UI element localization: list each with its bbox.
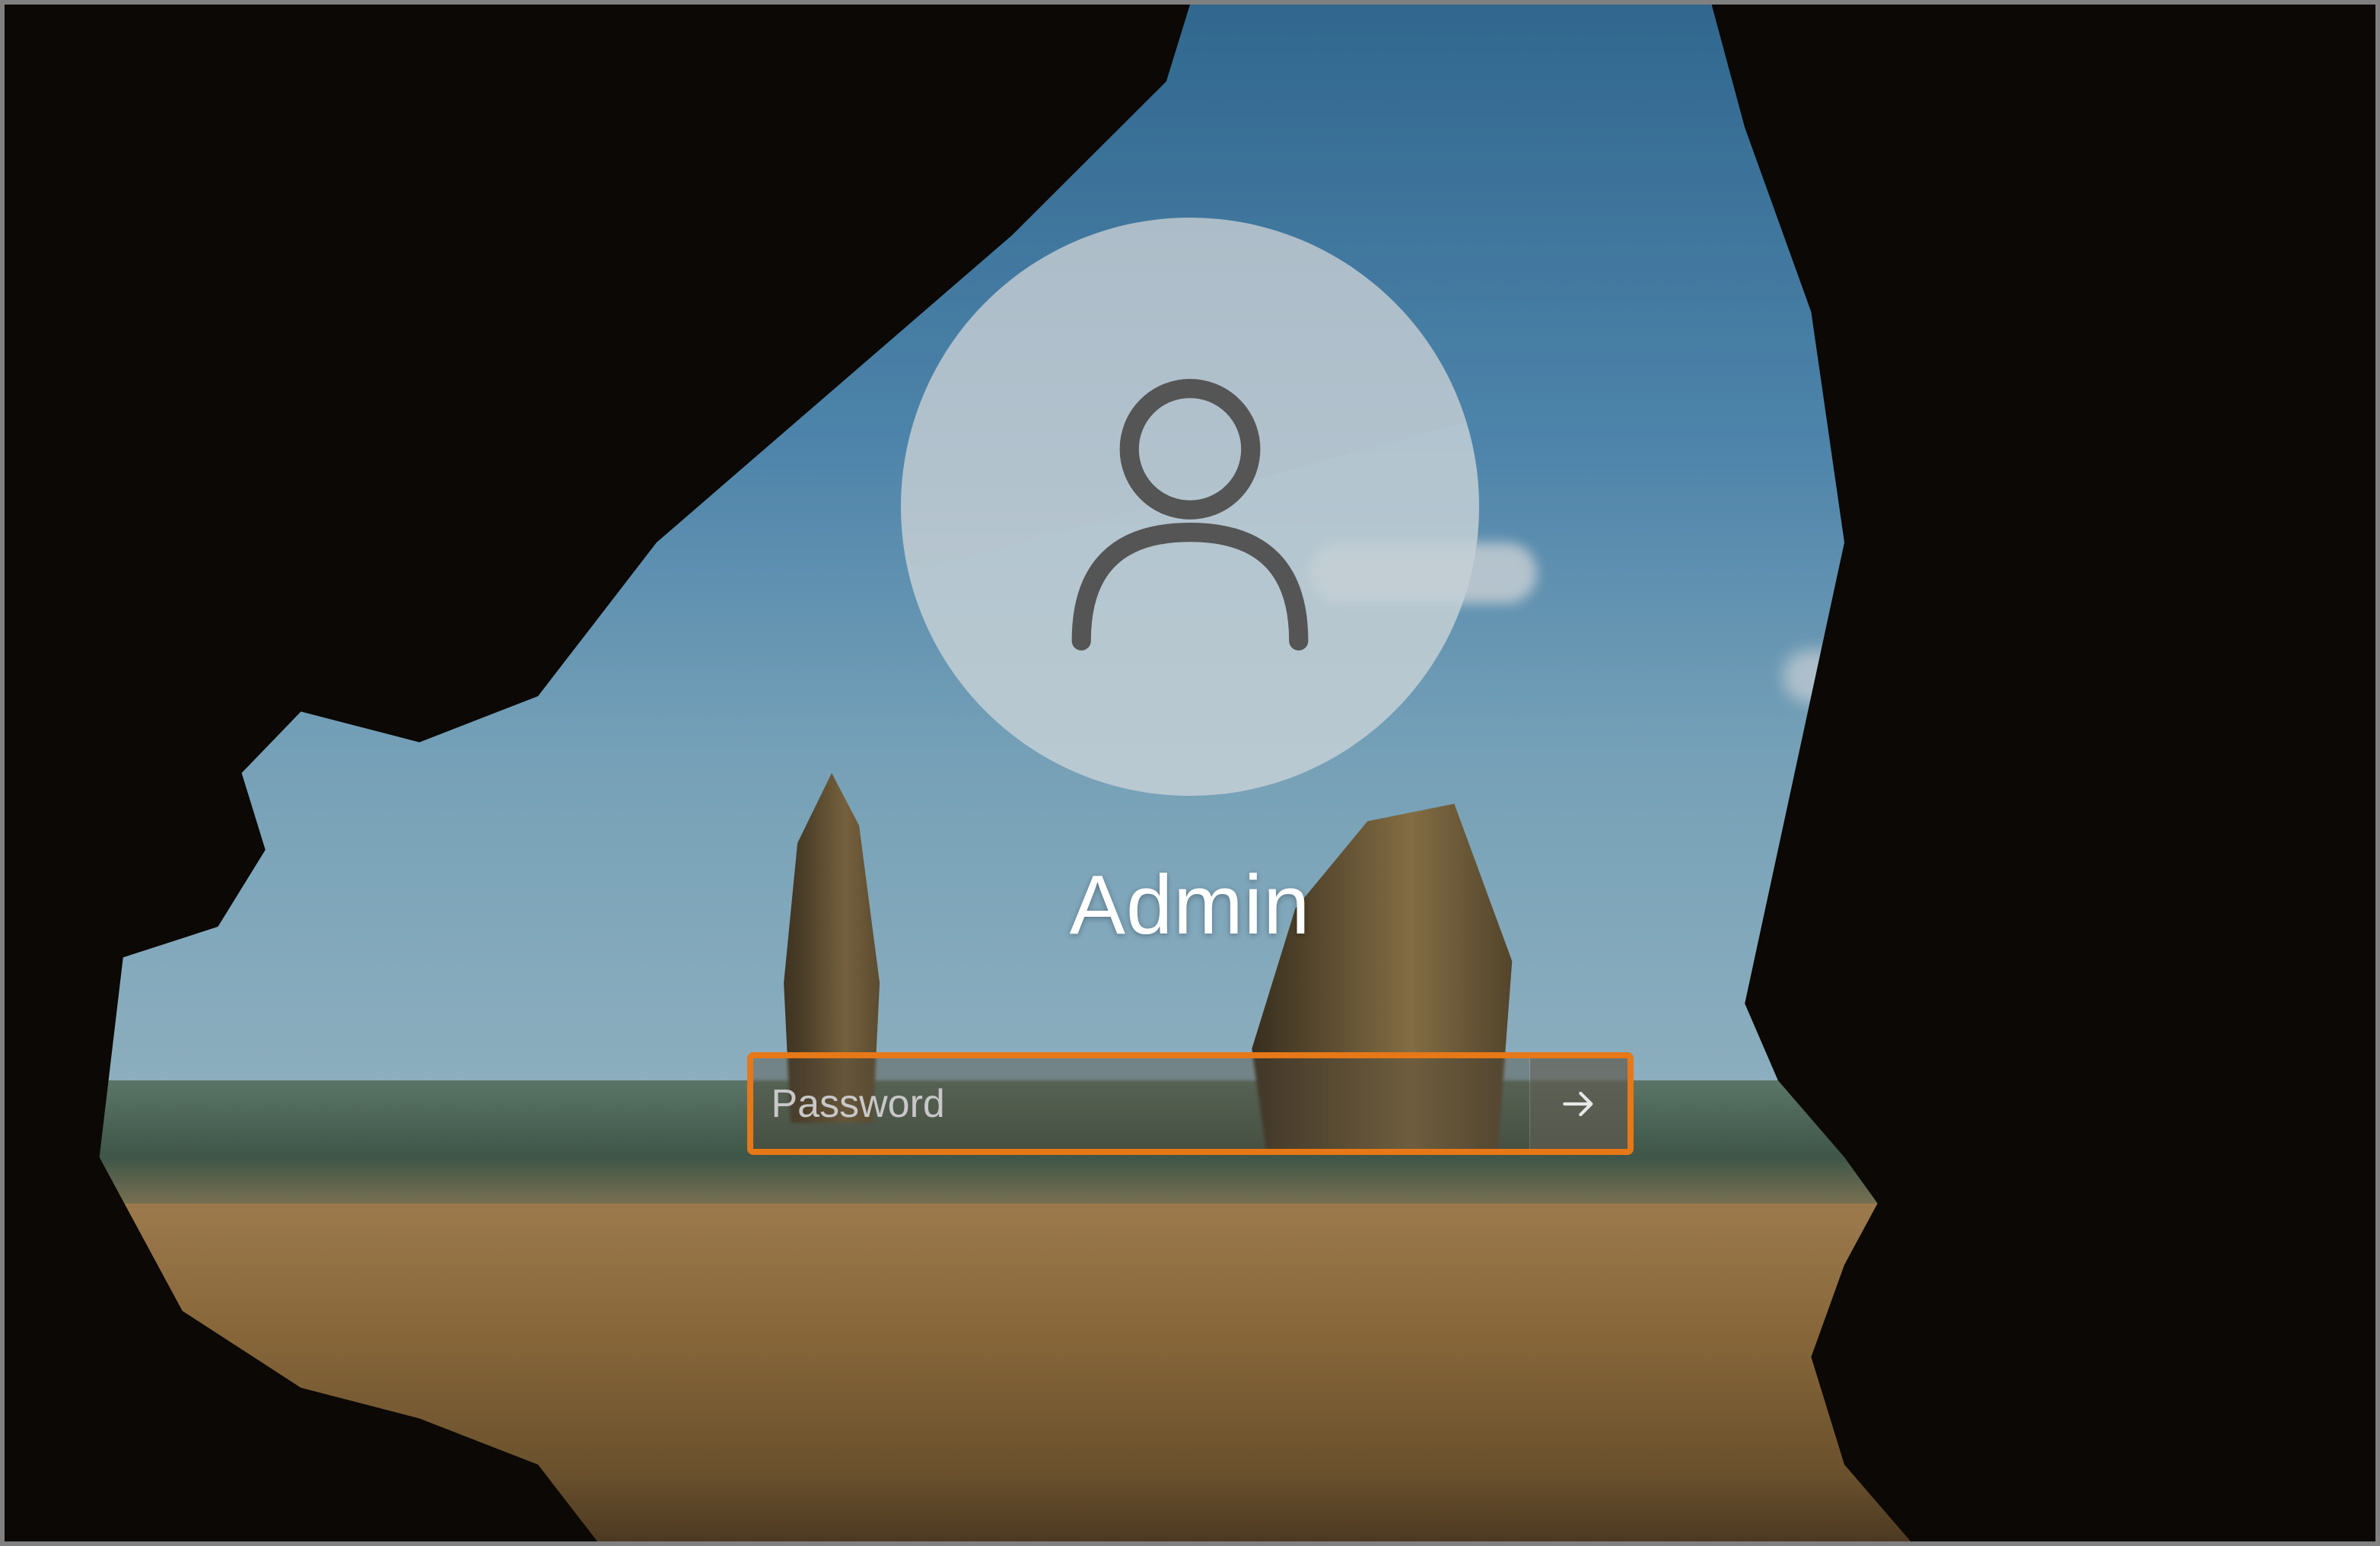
submit-button[interactable] bbox=[1530, 1058, 1628, 1149]
password-field-container bbox=[747, 1052, 1634, 1155]
user-icon bbox=[1030, 347, 1350, 666]
username-label: Admin bbox=[1070, 857, 1311, 953]
arrow-right-icon bbox=[1558, 1083, 1600, 1125]
password-input[interactable] bbox=[753, 1058, 1530, 1149]
login-panel: Admin bbox=[747, 218, 1634, 1155]
windows-lock-screen: Admin bbox=[5, 5, 2375, 1541]
user-avatar bbox=[901, 218, 1479, 796]
